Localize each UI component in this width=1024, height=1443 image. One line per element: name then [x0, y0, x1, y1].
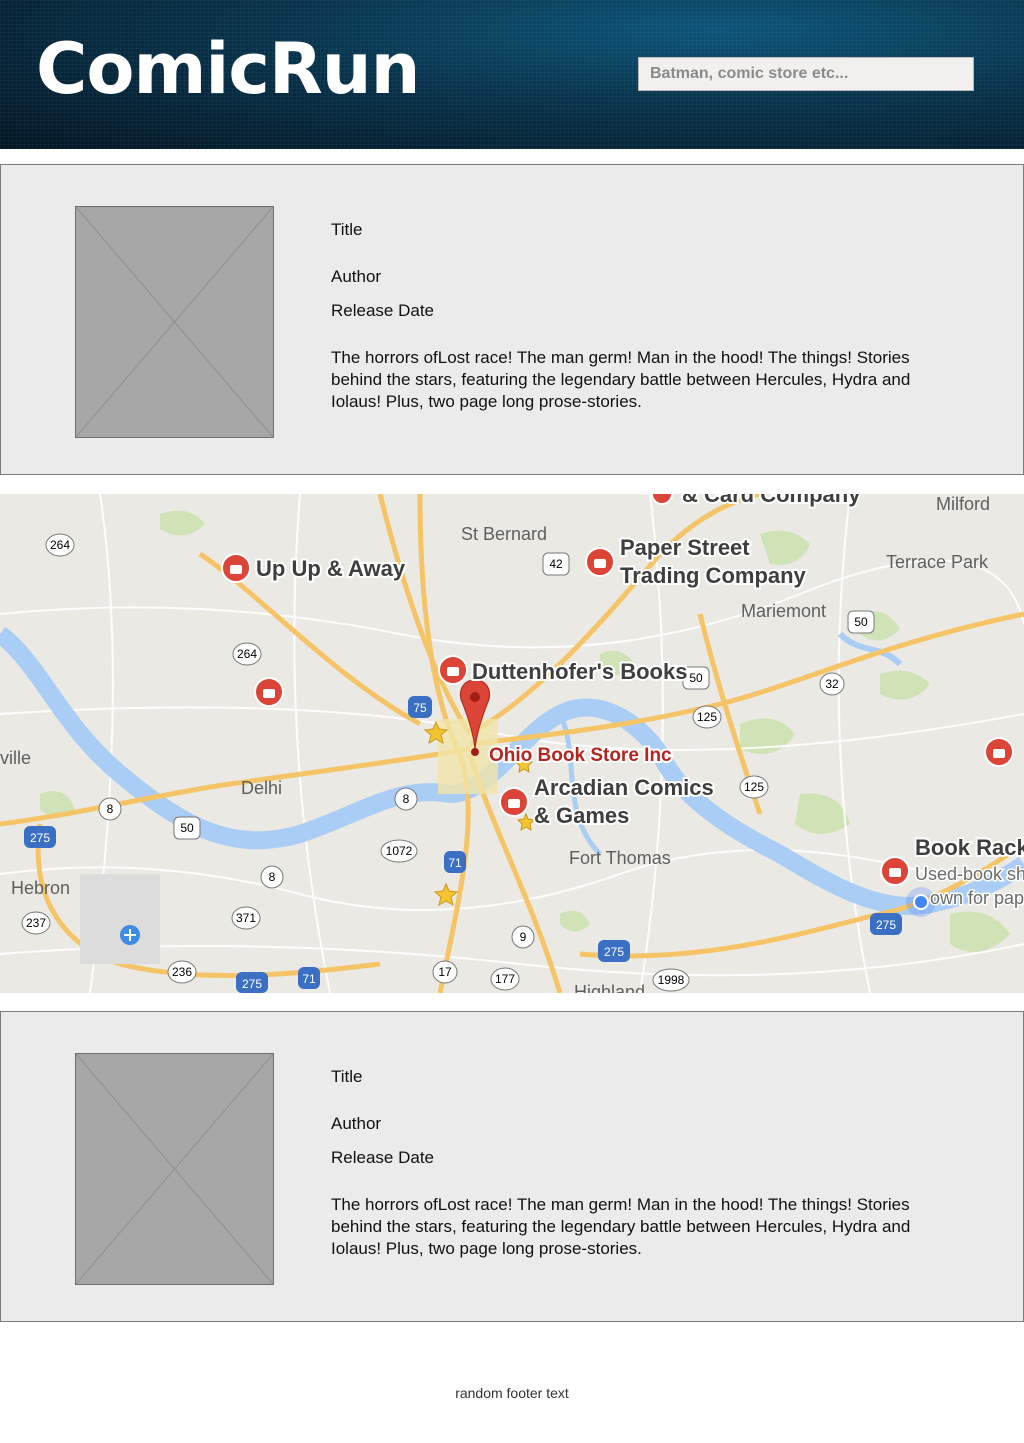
- logo[interactable]: ComicRun: [36, 28, 420, 110]
- svg-text:236: 236: [172, 965, 192, 979]
- route-shield: 1998: [652, 968, 690, 992]
- footer-text: random footer text: [455, 1385, 569, 1401]
- route-shield: 1072: [380, 839, 418, 863]
- place-label: Hebron: [11, 878, 70, 898]
- svg-text:275: 275: [604, 945, 624, 959]
- route-shield: 9: [511, 925, 535, 949]
- svg-text:125: 125: [744, 780, 764, 794]
- comic-release-date: Release Date: [331, 1148, 435, 1167]
- store-label[interactable]: Duttenhofer's Books: [470, 657, 689, 686]
- route-shield: 75: [408, 696, 432, 718]
- route-shield: 125: [739, 775, 769, 799]
- svg-text:1072: 1072: [386, 844, 413, 858]
- place-label: Fort Thomas: [569, 848, 671, 868]
- comic-card[interactable]: Title Author Release Date The horrors of…: [0, 1011, 1024, 1322]
- place-label: Delhi: [241, 778, 282, 798]
- route-shield: 237: [21, 911, 51, 935]
- store-map[interactable]: 264 264 42 50 50 50 32 125 125 75 8 8 8 …: [0, 494, 1024, 993]
- store-label[interactable]: Book Rack: [913, 833, 1024, 862]
- comic-author: Author: [331, 267, 382, 286]
- route-shield: 371: [231, 906, 261, 930]
- route-shield: 177: [490, 967, 520, 991]
- svg-text:275: 275: [30, 831, 50, 845]
- svg-text:275: 275: [876, 918, 896, 932]
- store-label[interactable]: & Card Company: [680, 494, 863, 509]
- place-label: Highland: [574, 982, 645, 993]
- svg-text:125: 125: [697, 710, 717, 724]
- route-shield: 71: [298, 967, 320, 989]
- route-shield: 32: [819, 672, 845, 696]
- route-shield: 264: [232, 642, 262, 666]
- route-shield: 8: [98, 797, 122, 821]
- route-shield: 8: [394, 787, 418, 811]
- header: ComicRun: [0, 0, 1024, 149]
- route-shield: 275: [236, 972, 268, 993]
- comic-card[interactable]: Title Author Release Date The horrors of…: [0, 164, 1024, 475]
- store-label[interactable]: Paper Street: [618, 533, 752, 562]
- comic-release-date: Release Date: [331, 301, 435, 320]
- search-input[interactable]: [638, 57, 974, 91]
- svg-text:71: 71: [448, 856, 462, 870]
- route-shield: 50: [847, 610, 875, 634]
- comic-description: The horrors ofLost race! The man germ! M…: [331, 1195, 911, 1258]
- comic-title: Title: [331, 220, 363, 239]
- store-sublabel: Used-book sho: [915, 864, 1024, 884]
- svg-text:8: 8: [403, 792, 410, 806]
- svg-text:50: 50: [180, 821, 194, 835]
- route-shield: 264: [45, 533, 75, 557]
- store-label[interactable]: & Games: [532, 801, 631, 830]
- svg-text:42: 42: [549, 557, 563, 571]
- svg-text:275: 275: [242, 977, 262, 991]
- svg-text:32: 32: [825, 677, 839, 691]
- route-shield: 50: [173, 816, 201, 840]
- svg-text:237: 237: [26, 916, 46, 930]
- svg-text:50: 50: [854, 615, 868, 629]
- store-label[interactable]: Arcadian Comics: [532, 773, 716, 802]
- selected-store-label[interactable]: Ohio Book Store Inc: [487, 743, 674, 768]
- route-shield: 8: [260, 865, 284, 889]
- svg-text:17: 17: [438, 965, 452, 979]
- svg-text:1998: 1998: [658, 973, 685, 987]
- route-shield: 275: [598, 940, 630, 962]
- comic-description: The horrors ofLost race! The man germ! M…: [331, 348, 911, 411]
- svg-text:75: 75: [413, 701, 427, 715]
- place-label: Mariemont: [741, 601, 826, 621]
- comic-cover-placeholder: [75, 1053, 274, 1285]
- comic-cover-placeholder: [75, 206, 274, 438]
- svg-text:264: 264: [50, 538, 70, 552]
- store-label[interactable]: Up Up & Away: [254, 554, 408, 583]
- comic-author: Author: [331, 1114, 382, 1133]
- svg-text:264: 264: [237, 647, 257, 661]
- route-shield: 71: [444, 851, 466, 873]
- route-shield: 275: [24, 826, 56, 848]
- store-sublabel: own for pap: [930, 888, 1024, 908]
- place-label: St Bernard: [461, 524, 547, 544]
- svg-text:371: 371: [236, 911, 256, 925]
- route-shield: 17: [432, 960, 458, 984]
- svg-text:8: 8: [107, 802, 114, 816]
- place-label: ville: [0, 748, 31, 768]
- place-label: Milford: [936, 494, 990, 514]
- svg-text:9: 9: [520, 930, 527, 944]
- route-shield: 236: [167, 960, 197, 984]
- route-shield: 125: [692, 705, 722, 729]
- store-label[interactable]: Trading Company: [618, 561, 809, 590]
- svg-text:50: 50: [689, 671, 703, 685]
- route-shield: 42: [542, 552, 570, 576]
- route-shield: 275: [870, 913, 902, 935]
- svg-text:8: 8: [269, 870, 276, 884]
- svg-text:177: 177: [495, 972, 515, 986]
- comic-title: Title: [331, 1067, 363, 1086]
- place-label: Terrace Park: [886, 552, 989, 572]
- svg-text:71: 71: [302, 972, 316, 986]
